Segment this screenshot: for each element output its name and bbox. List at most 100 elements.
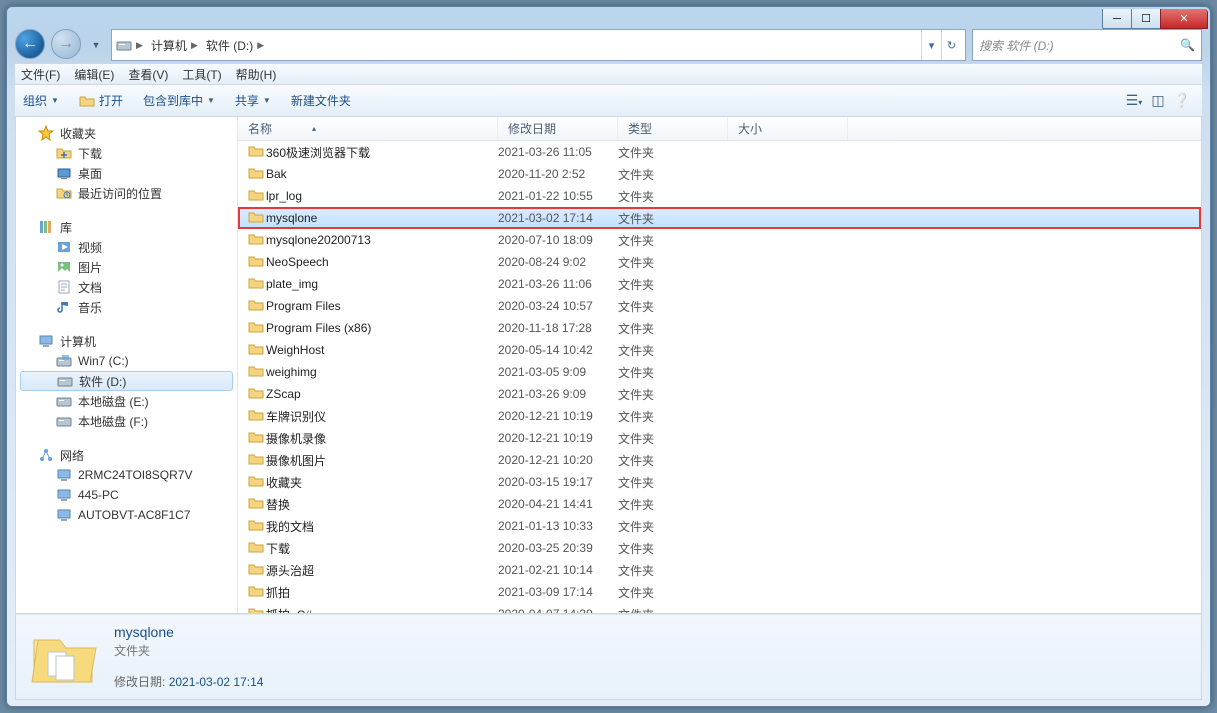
file-row[interactable]: 收藏夹2020-03-15 19:17文件夹 [238,471,1201,493]
file-row[interactable]: 替换2020-04-21 14:41文件夹 [238,493,1201,515]
sidebar-item[interactable]: Win7 (C:) [16,351,237,371]
network-icon [38,447,54,463]
view-options-button[interactable]: ☰▾ [1122,92,1146,109]
sidebar-item-icon [56,279,72,295]
file-row[interactable]: NeoSpeech2020-08-24 9:02文件夹 [238,251,1201,273]
sidebar-item[interactable]: 2RMC24TOI8SQR7V [16,465,237,485]
toolbar-open[interactable]: 打开 [79,92,123,109]
toolbar-include-library[interactable]: 包含到库中▼ [143,92,215,109]
breadcrumb-segment[interactable]: 软件 (D:)▶ [202,30,268,60]
file-name: 摄像机录像 [266,430,498,447]
file-row[interactable]: mysqlone2021-03-02 17:14文件夹 [238,207,1201,229]
sidebar-item-label: 最近访问的位置 [78,185,162,202]
explorer-window: ─ ☐ ✕ ← → ▼ ▶ 计算机▶ 软件 (D:)▶ ▾ ↻ 搜索 软件 (D… [6,6,1211,707]
sidebar-computer-header[interactable]: 计算机 [16,331,237,351]
file-row[interactable]: 摄像机图片2020-12-21 10:20文件夹 [238,449,1201,471]
file-type: 文件夹 [618,584,728,601]
file-name: mysqlone [266,211,498,225]
file-row[interactable]: 摄像机录像2020-12-21 10:19文件夹 [238,427,1201,449]
menu-tools[interactable]: 工具(T) [182,66,221,83]
menu-file[interactable]: 文件(F) [21,66,60,83]
file-type: 文件夹 [618,540,728,557]
breadcrumb-root-chevron[interactable]: ▶ [132,30,147,60]
sidebar-item-label: 445-PC [78,488,119,502]
sidebar-item[interactable]: 图片 [16,257,237,277]
sidebar-item[interactable]: 视频 [16,237,237,257]
file-type: 文件夹 [618,166,728,183]
chevron-right-icon: ▶ [136,40,143,51]
file-name: mysqlone20200713 [266,233,498,247]
file-row[interactable]: Bak2020-11-20 2:52文件夹 [238,163,1201,185]
toolbar: 组织▼ 打开 包含到库中▼ 共享▼ 新建文件夹 ☰▾ ◫ ❔ [15,85,1202,117]
sidebar-item[interactable]: 文档 [16,277,237,297]
sidebar-network-header[interactable]: 网络 [16,445,237,465]
file-row[interactable]: lpr_log2021-01-22 10:55文件夹 [238,185,1201,207]
maximize-button[interactable]: ☐ [1131,9,1161,29]
sidebar-item[interactable]: 最近访问的位置 [16,183,237,203]
file-row[interactable]: WeighHost2020-05-14 10:42文件夹 [238,339,1201,361]
sidebar-item[interactable]: 本地磁盘 (F:) [16,411,237,431]
file-row[interactable]: 我的文档2021-01-13 10:33文件夹 [238,515,1201,537]
sidebar-item[interactable]: 下载 [16,143,237,163]
help-button[interactable]: ❔ [1170,92,1194,109]
file-row[interactable]: 车牌识别仪2020-12-21 10:19文件夹 [238,405,1201,427]
toolbar-organize[interactable]: 组织▼ [23,92,59,109]
file-row[interactable]: ZScap2021-03-26 9:09文件夹 [238,383,1201,405]
breadcrumb[interactable]: ▶ 计算机▶ 软件 (D:)▶ ▾ ↻ [111,29,966,61]
file-type: 文件夹 [618,452,728,469]
sidebar-item[interactable]: 音乐 [16,297,237,317]
file-name: Bak [266,167,498,181]
file-name: 收藏夹 [266,474,498,491]
sidebar-item-label: 下载 [78,145,102,162]
file-row[interactable]: 源头治超2021-02-21 10:14文件夹 [238,559,1201,581]
sidebar-item-icon [57,373,73,389]
path-dropdown[interactable]: ▾ [921,30,941,60]
folder-icon [248,473,266,492]
sidebar-item-label: 图片 [78,259,102,276]
details-type: 文件夹 [114,642,263,659]
column-date[interactable]: 修改日期 [498,117,618,140]
file-row[interactable]: 360极速浏览器下载2021-03-26 11:05文件夹 [238,141,1201,163]
file-date: 2020-03-15 19:17 [498,475,618,489]
sidebar-item[interactable]: 软件 (D:) [20,371,233,391]
column-type[interactable]: 类型 [618,117,728,140]
sidebar-item[interactable]: 本地磁盘 (E:) [16,391,237,411]
file-row[interactable]: Program Files2020-03-24 10:57文件夹 [238,295,1201,317]
file-row[interactable]: 抓拍_C#2020-04-07 14:39文件夹 [238,603,1201,613]
menu-edit[interactable]: 编辑(E) [74,66,114,83]
file-row[interactable]: mysqlone202007132020-07-10 18:09文件夹 [238,229,1201,251]
folder-icon [248,451,266,470]
minimize-button[interactable]: ─ [1102,9,1132,29]
sidebar-libraries-header[interactable]: 库 [16,217,237,237]
toolbar-share[interactable]: 共享▼ [235,92,271,109]
file-row[interactable]: 下载2020-03-25 20:39文件夹 [238,537,1201,559]
nav-forward-button[interactable]: → [51,29,81,59]
column-size[interactable]: 大小 [728,117,848,140]
chevron-down-icon: ▼ [51,96,59,105]
toolbar-new-folder[interactable]: 新建文件夹 [291,92,351,109]
nav-history-dropdown[interactable]: ▼ [87,29,105,61]
sidebar-item[interactable]: 桌面 [16,163,237,183]
file-row[interactable]: weighimg2021-03-05 9:09文件夹 [238,361,1201,383]
close-button[interactable]: ✕ [1160,9,1208,29]
file-type: 文件夹 [618,606,728,614]
folder-icon [248,517,266,536]
column-name[interactable]: 名称▴ [238,117,498,140]
file-row[interactable]: Program Files (x86)2020-11-18 17:28文件夹 [238,317,1201,339]
refresh-button[interactable]: ↻ [941,30,961,60]
search-input[interactable]: 搜索 软件 (D:) 🔍 [972,29,1202,61]
file-date: 2021-03-09 17:14 [498,585,618,599]
menu-help[interactable]: 帮助(H) [236,66,277,83]
preview-pane-button[interactable]: ◫ [1146,92,1170,109]
file-date: 2020-11-20 2:52 [498,167,618,181]
file-type: 文件夹 [618,320,728,337]
breadcrumb-segment[interactable]: 计算机▶ [147,30,202,60]
menu-view[interactable]: 查看(V) [128,66,168,83]
file-date: 2020-12-21 10:19 [498,409,618,423]
file-row[interactable]: 抓拍2021-03-09 17:14文件夹 [238,581,1201,603]
nav-back-button[interactable]: ← [15,29,45,59]
file-row[interactable]: plate_img2021-03-26 11:06文件夹 [238,273,1201,295]
sidebar-favorites-header[interactable]: 收藏夹 [16,123,237,143]
sidebar-item[interactable]: AUTOBVT-AC8F1C7 [16,505,237,525]
sidebar-item[interactable]: 445-PC [16,485,237,505]
